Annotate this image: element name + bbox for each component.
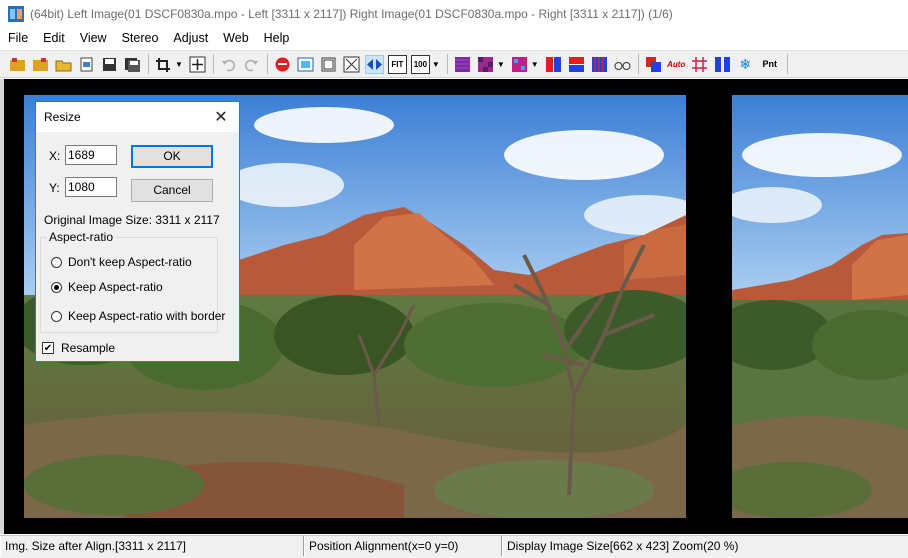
open-file-icon[interactable] <box>77 55 96 74</box>
menu-bar: File Edit View Stereo Adjust Web Help <box>0 28 908 48</box>
toolbar-separator <box>446 54 448 74</box>
column-icon[interactable] <box>590 55 609 74</box>
toolbar-separator <box>148 54 149 74</box>
resample-checkbox-row[interactable]: ✔ Resample <box>42 341 115 355</box>
checker-icon[interactable] <box>476 55 495 74</box>
cancel-button[interactable]: Cancel <box>131 179 213 202</box>
grid-icon[interactable] <box>690 55 709 74</box>
y-input[interactable]: 1080 <box>65 177 117 197</box>
print-button[interactable]: Pnt <box>759 55 781 74</box>
radio-button-selected[interactable] <box>51 281 62 293</box>
radio-label: Don't keep Aspect-ratio <box>68 255 192 269</box>
glasses-icon[interactable] <box>613 55 632 74</box>
toolbar-separator <box>212 54 214 74</box>
resample-checkbox[interactable]: ✔ <box>42 342 54 354</box>
undo-icon[interactable] <box>219 55 238 74</box>
split-view-icon[interactable] <box>713 55 732 74</box>
status-size-after-align: Img. Size after Align.[3311 x 2117] <box>0 536 304 556</box>
radio-keep-aspect-border[interactable]: Keep Aspect-ratio with border <box>51 309 225 323</box>
right-image[interactable] <box>732 95 908 518</box>
move-icon[interactable] <box>188 55 207 74</box>
aspect-ratio-group: Aspect-ratio Don't keep Aspect-ratio Kee… <box>40 230 225 333</box>
close-icon[interactable]: ✕ <box>211 107 231 127</box>
x-input[interactable]: 1689 <box>65 145 117 165</box>
menu-stereo[interactable]: Stereo <box>114 31 166 45</box>
menu-help[interactable]: Help <box>256 31 297 45</box>
app-icon <box>8 6 24 22</box>
resize-dialog: Resize ✕ X: 1689 Y: 1080 OK Cancel Origi… <box>35 101 240 362</box>
interlace-dropdown-icon[interactable]: ▼ <box>497 60 505 69</box>
radio-label: Keep Aspect-ratio with border <box>68 309 226 323</box>
toolbar-separator <box>786 54 788 74</box>
title-bar: (64bit) Left Image(01 DSCF0830a.mpo - Le… <box>0 0 908 28</box>
crop-icon[interactable] <box>154 55 173 74</box>
toolbar-separator <box>637 54 639 74</box>
auto-align-button[interactable]: Auto <box>667 55 686 74</box>
swap-icon[interactable] <box>273 55 292 74</box>
zoom-100-button[interactable]: 100 <box>410 54 430 74</box>
redo-icon[interactable] <box>242 55 261 74</box>
fullscreen-icon[interactable] <box>342 55 361 74</box>
fit-button[interactable]: FIT <box>387 54 407 74</box>
snowflake-icon[interactable]: ❄ <box>736 55 755 74</box>
dialog-title: Resize <box>44 110 81 124</box>
anaglyph-icon[interactable] <box>510 55 529 74</box>
ok-button[interactable]: OK <box>131 145 213 168</box>
save-icon[interactable] <box>100 55 119 74</box>
full-frame-icon[interactable] <box>319 55 338 74</box>
window-title: (64bit) Left Image(01 DSCF0830a.mpo - Le… <box>30 7 673 21</box>
dialog-title-bar[interactable]: Resize ✕ <box>36 102 239 132</box>
menu-adjust[interactable]: Adjust <box>165 31 215 45</box>
toolbar: ▼ FIT 100 ▼ ▼ ▼ Auto ❄ Pnt <box>0 50 908 78</box>
status-display-size: Display Image Size[662 x 423] Zoom(20 %) <box>502 536 908 556</box>
original-size-label: Original Image Size: 3311 x 2117 <box>44 213 220 227</box>
radio-button[interactable] <box>51 256 62 268</box>
side-by-side-icon[interactable] <box>544 55 563 74</box>
window-fit-icon[interactable] <box>296 55 315 74</box>
open-left-right-icon[interactable] <box>31 55 50 74</box>
toolbar-separator <box>266 54 268 74</box>
radio-label: Keep Aspect-ratio <box>68 280 163 294</box>
resample-label: Resample <box>61 341 116 355</box>
color-adjust-icon[interactable] <box>644 55 663 74</box>
radio-keep-aspect[interactable]: Keep Aspect-ratio <box>51 280 163 294</box>
status-position-alignment: Position Alignment(x=0 y=0) <box>304 536 502 556</box>
menu-file[interactable]: File <box>0 31 35 45</box>
y-label: Y: <box>49 181 60 195</box>
over-under-icon[interactable] <box>567 55 586 74</box>
vertical-scrollbar[interactable] <box>0 79 4 534</box>
menu-edit[interactable]: Edit <box>35 31 72 45</box>
crop-dropdown-icon[interactable]: ▼ <box>175 60 183 69</box>
status-bar: Img. Size after Align.[3311 x 2117] Posi… <box>0 535 908 558</box>
x-label: X: <box>49 149 61 163</box>
radio-dont-keep-aspect[interactable]: Don't keep Aspect-ratio <box>51 255 192 269</box>
menu-web[interactable]: Web <box>215 31 255 45</box>
save-all-icon[interactable] <box>123 55 142 74</box>
menu-view[interactable]: View <box>72 31 114 45</box>
radio-button[interactable] <box>51 310 62 322</box>
anaglyph-dropdown-icon[interactable]: ▼ <box>531 60 539 69</box>
interlaced-icon[interactable] <box>453 55 472 74</box>
zoom-dropdown-icon[interactable]: ▼ <box>432 60 440 69</box>
open-stereo-icon[interactable] <box>8 55 27 74</box>
align-arrows-icon[interactable] <box>364 54 384 74</box>
aspect-ratio-legend: Aspect-ratio <box>47 230 116 244</box>
open-folder-icon[interactable] <box>54 55 73 74</box>
